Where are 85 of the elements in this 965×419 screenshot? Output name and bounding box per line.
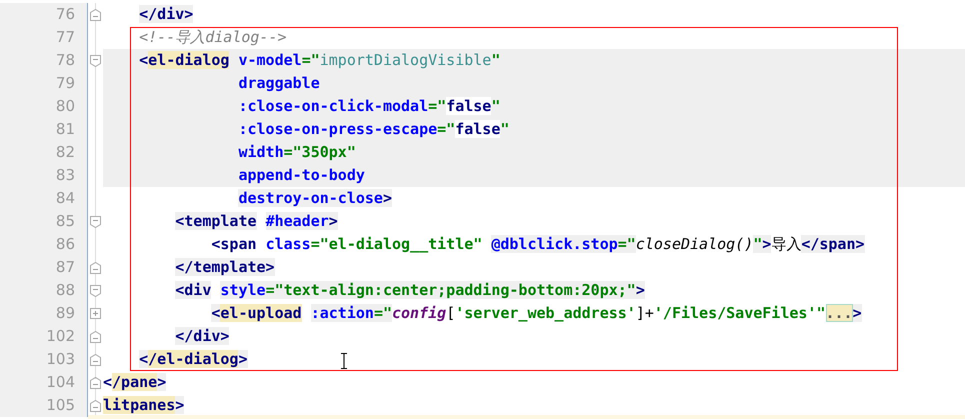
code-token: append-to-body [238,166,365,184]
code-token: closeDialog() [636,235,754,253]
code-token: class [266,235,311,253]
code-token: el-dialog [148,51,230,69]
code-token: </div> [139,5,194,23]
code-token: > [157,373,166,391]
code-token: ... [826,304,853,322]
code-token: =" [618,235,636,253]
code-token: /el-dialog [148,350,238,368]
code-token: '/Files/SaveFiles'" [654,304,826,322]
collapse-icon[interactable] [90,330,101,342]
code-token: ="el-dialog__title" [310,235,482,253]
code-token: > [175,396,184,414]
line-number: 104 [0,371,88,394]
code-token: " [753,235,762,253]
code-token: <template [175,212,257,230]
code-token: destroy-on-close [238,189,383,207]
code-token: =" [428,97,446,115]
code-token: </template> [175,258,275,276]
collapse-icon[interactable] [90,262,101,274]
code-token: 'server_web_address' [455,304,636,322]
code-token: ="350px" [284,143,356,161]
code-token: false [455,120,500,138]
line-number: 80 [0,95,88,118]
code-token: importDialogVisible [320,51,492,69]
collapse-icon[interactable] [90,354,101,366]
code-token: style [220,281,266,299]
code-token: :action [310,304,374,322]
line-number: 78 [0,49,88,72]
code-token: :close-on-press-escape [238,120,438,138]
collapse-icon[interactable] [90,376,101,388]
code-token: < [139,51,148,69]
line-number: 84 [0,187,88,210]
expand-icon[interactable] [90,308,101,319]
code-token: :close-on-click-modal [238,97,428,115]
code-token: <!--导入dialog--> [139,28,287,46]
code-token: <div [175,281,212,299]
code-token: ]+ [636,304,654,322]
code-token: < [139,350,148,368]
code-token: < [211,304,220,322]
line-number: 85 [0,210,88,233]
line-number: 77 [0,26,88,49]
line-number: 89 [0,302,88,325]
code-token: < [103,373,112,391]
line-number: 86 [0,233,88,256]
collapse-icon[interactable] [90,400,101,412]
line-number: 88 [0,279,88,302]
code-token: [ [446,304,456,322]
code-token: el-upload [220,304,302,322]
collapse-icon[interactable] [90,216,101,228]
code-token: > [238,350,248,368]
collapse-icon[interactable] [90,8,101,20]
code-token: =" [437,120,456,138]
code-token: =" [302,51,320,69]
collapse-icon[interactable] [90,54,101,66]
line-number: 87 [0,256,88,279]
line-number: 83 [0,164,88,187]
code-token: " [491,97,500,115]
code-token: " [500,120,510,138]
code-token: 导入 [771,235,802,253]
code-token: </span> [801,235,865,253]
code-token: #header [266,212,329,230]
code-token: /pane [112,373,158,391]
line-number: 76 [0,3,88,26]
code-token: =" [374,304,392,322]
code-token: litpanes [103,396,176,414]
line-number: 103 [0,348,88,371]
code-token: " [491,51,500,69]
code-token: config [392,304,446,322]
code-token: <span [211,235,257,253]
code-token: > [762,235,772,253]
line-number: 79 [0,72,88,95]
line-number: 102 [0,325,88,348]
code-token: draggable [238,74,320,92]
collapse-icon[interactable] [90,284,101,296]
line-number: 81 [0,118,88,141]
code-token: v-model [238,51,302,69]
code-token: </div> [175,327,230,345]
code-token: width [238,143,284,161]
code-token: false [446,97,492,115]
line-number: 105 [0,394,88,417]
line-number: 82 [0,141,88,164]
text-cursor-icon [340,353,348,369]
code-token: @dblclick.stop [491,235,618,253]
code-token: ="text-align:center;padding-bottom:20px;" [266,281,636,299]
